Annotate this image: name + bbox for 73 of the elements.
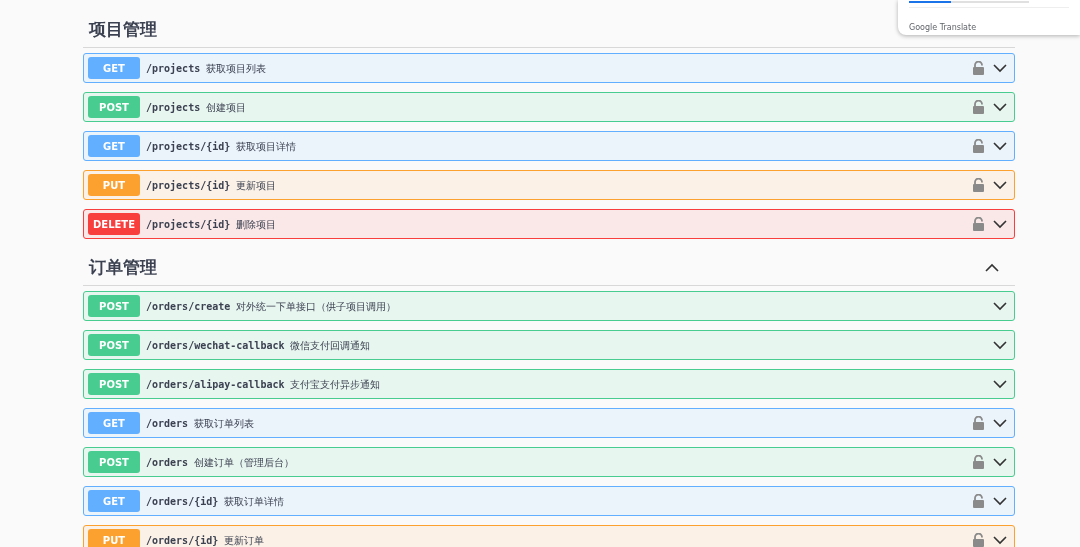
endpoint-path: /orders (146, 455, 189, 470)
padlock-icon[interactable] (973, 533, 984, 547)
endpoint-summary: 获取项目详情 (236, 139, 297, 154)
operation-row[interactable]: POST /orders/wechat-callback 微信支付回调通知 (83, 330, 1015, 360)
endpoint-path: /orders/alipay-callback (146, 377, 285, 392)
method-badge: GET (88, 135, 140, 157)
method-badge: POST (88, 373, 140, 395)
operation-row[interactable]: GET /projects/{id} 获取项目详情 (83, 131, 1015, 161)
endpoint-summary: 支付宝支付异步通知 (290, 377, 381, 392)
chevron-up-icon[interactable] (985, 263, 999, 272)
method-badge: GET (88, 412, 140, 434)
endpoint-path: /orders/{id} (146, 494, 219, 509)
padlock-icon[interactable] (973, 178, 984, 192)
chevron-down-icon[interactable] (993, 535, 1007, 545)
endpoint-path: /projects/{id} (146, 139, 231, 154)
operation-row[interactable]: GET /orders/{id} 获取订单详情 (83, 486, 1015, 516)
chevron-down-icon[interactable] (993, 301, 1007, 311)
endpoint-summary: 创建项目 (206, 100, 247, 115)
padlock-icon[interactable] (973, 139, 984, 153)
padlock-icon[interactable] (973, 100, 984, 114)
operation-row[interactable]: POST /orders/alipay-callback 支付宝支付异步通知 (83, 369, 1015, 399)
method-badge: GET (88, 490, 140, 512)
endpoint-summary: 微信支付回调通知 (290, 338, 371, 353)
chevron-down-icon[interactable] (993, 379, 1007, 389)
method-badge: GET (88, 57, 140, 79)
operation-row[interactable]: DELETE /projects/{id} 删除项目 (83, 209, 1015, 239)
method-badge: PUT (88, 174, 140, 196)
padlock-icon[interactable] (973, 455, 984, 469)
method-badge: PUT (88, 529, 140, 547)
operation-row[interactable]: GET /projects 获取项目列表 (83, 53, 1015, 83)
endpoint-summary: 获取订单详情 (224, 494, 285, 509)
operation-row[interactable]: POST /orders/create 对外统一下单接口（供子项目调用） (83, 291, 1015, 321)
endpoint-path: /orders/wechat-callback (146, 338, 285, 353)
method-badge: DELETE (88, 213, 140, 235)
endpoint-path: /orders/create (146, 299, 231, 314)
endpoint-path: /orders/{id} (146, 533, 219, 547)
operation-row[interactable]: PUT /projects/{id} 更新项目 (83, 170, 1015, 200)
endpoint-summary: 更新项目 (236, 178, 277, 193)
chevron-down-icon[interactable] (993, 340, 1007, 350)
padlock-icon[interactable] (973, 416, 984, 430)
endpoint-path: /orders (146, 416, 189, 431)
operation-row[interactable]: POST /orders 创建订单（管理后台） (83, 447, 1015, 477)
padlock-icon[interactable] (973, 217, 984, 231)
operation-row[interactable]: GET /orders 获取订单列表 (83, 408, 1015, 438)
chevron-down-icon[interactable] (993, 63, 1007, 73)
section-title[interactable]: 订单管理 (89, 254, 157, 281)
method-badge: POST (88, 334, 140, 356)
endpoint-path: /projects (146, 61, 201, 76)
operation-row[interactable]: PUT /orders/{id} 更新订单 (83, 525, 1015, 547)
method-badge: POST (88, 451, 140, 473)
endpoint-summary: 创建订单（管理后台） (194, 455, 295, 470)
endpoint-summary: 删除项目 (236, 217, 277, 232)
endpoint-summary: 对外统一下单接口（供子项目调用） (236, 299, 397, 314)
endpoint-path: /projects/{id} (146, 217, 231, 232)
endpoint-summary: 获取订单列表 (194, 416, 255, 431)
method-badge: POST (88, 295, 140, 317)
chevron-down-icon[interactable] (993, 102, 1007, 112)
chevron-down-icon[interactable] (993, 141, 1007, 151)
chevron-down-icon[interactable] (993, 496, 1007, 506)
chevron-down-icon[interactable] (993, 457, 1007, 467)
operation-row[interactable]: POST /projects 创建项目 (83, 92, 1015, 122)
chevron-down-icon[interactable] (993, 180, 1007, 190)
padlock-icon[interactable] (973, 494, 984, 508)
popup-label: Google Translate (909, 23, 977, 32)
endpoint-path: /projects (146, 100, 201, 115)
padlock-icon[interactable] (973, 61, 984, 75)
endpoint-summary: 获取项目列表 (206, 61, 267, 76)
endpoint-summary: 更新订单 (224, 533, 265, 547)
section-title[interactable]: 项目管理 (89, 16, 157, 43)
chevron-down-icon[interactable] (993, 219, 1007, 229)
endpoint-path: /projects/{id} (146, 178, 231, 193)
chevron-down-icon[interactable] (993, 418, 1007, 428)
method-badge: POST (88, 96, 140, 118)
